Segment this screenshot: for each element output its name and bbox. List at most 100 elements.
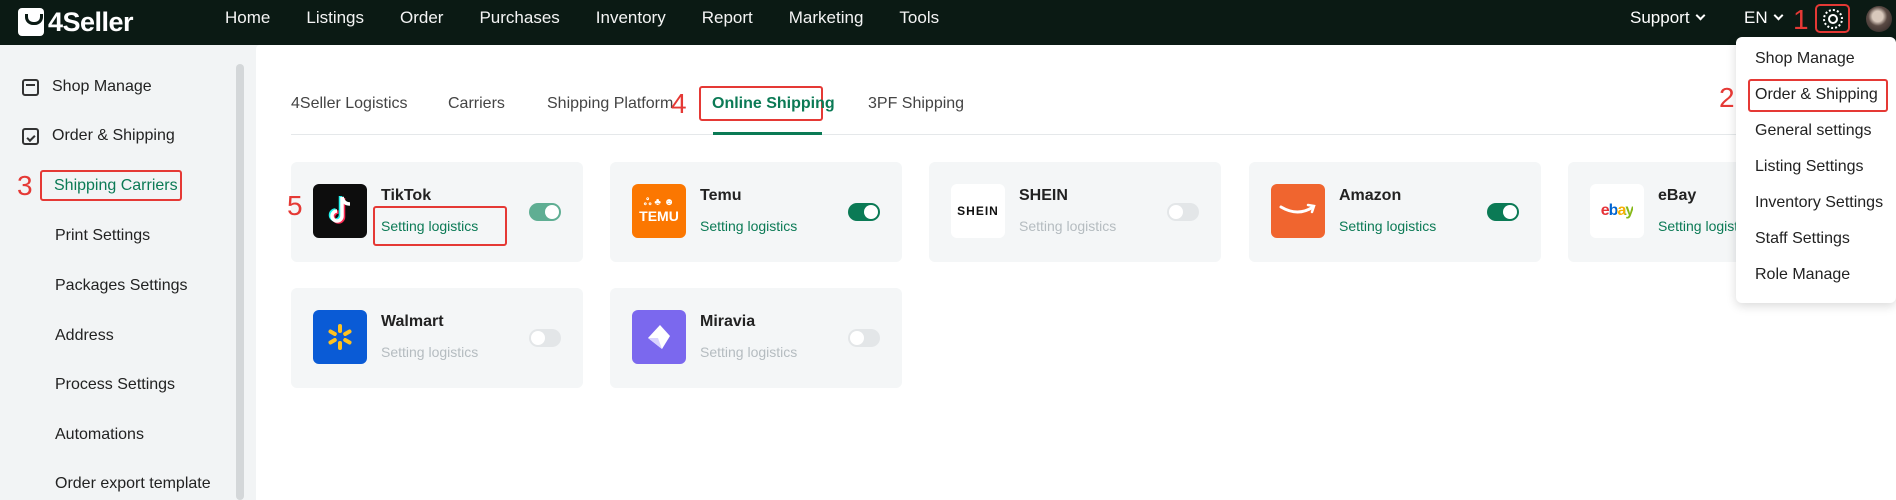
- sidebar-section-label: Order & Shipping: [52, 127, 175, 144]
- temu-logo-figures: ஃ ♣ ☻: [643, 197, 675, 208]
- sidebar-scrollbar[interactable]: [236, 64, 244, 500]
- step-number: 2: [1719, 82, 1735, 113]
- app-logo[interactable]: 4Seller: [18, 6, 134, 38]
- carrier-toggle[interactable]: [529, 203, 561, 221]
- tab-label: Online Shipping: [712, 95, 835, 112]
- highlight-box: [1748, 79, 1888, 112]
- tiktok-logo-icon: [313, 184, 367, 238]
- carrier-card-temu: ஃ ♣ ☻ TEMU Temu Setting logistics: [610, 162, 902, 262]
- logo-text: 4Seller: [48, 6, 134, 37]
- step-number: 4: [671, 88, 687, 119]
- setting-logistics-link[interactable]: Setting logistics: [700, 344, 797, 360]
- settings-button[interactable]: [1815, 4, 1850, 33]
- carrier-toggle[interactable]: [529, 329, 561, 347]
- amazon-logo-icon: [1271, 184, 1325, 238]
- sidebar-item-shipping-carriers[interactable]: Shipping Carriers: [40, 170, 182, 201]
- tab-3pf-shipping[interactable]: 3PF Shipping: [868, 95, 964, 113]
- ebay-logo-icon: ebay: [1590, 184, 1644, 238]
- shop-icon: [22, 78, 39, 96]
- temu-logo-text: TEMU: [639, 208, 679, 224]
- carrier-toggle[interactable]: [1487, 203, 1519, 221]
- carrier-name: SHEIN: [1019, 187, 1068, 204]
- chevron-down-icon: [1773, 10, 1784, 21]
- step-number: 1: [1793, 4, 1809, 35]
- menu-item-staff-settings[interactable]: Staff Settings: [1755, 230, 1850, 248]
- top-bar: 4Seller Home Listings Order Purchases In…: [0, 0, 1896, 45]
- menu-item-general-settings[interactable]: General settings: [1755, 122, 1872, 140]
- carrier-name: TikTok: [381, 187, 432, 204]
- shein-logo-icon: SHEIN: [951, 184, 1005, 238]
- toggle-knob: [864, 205, 878, 219]
- tab-shipping-platform[interactable]: Shipping Platform: [547, 95, 673, 113]
- carrier-toggle[interactable]: [1167, 203, 1199, 221]
- setting-logistics-link[interactable]: Setting logistics: [381, 344, 478, 360]
- tab-online-shipping[interactable]: Online Shipping: [699, 86, 835, 121]
- setting-logistics-link[interactable]: Setting logistics: [1339, 218, 1436, 234]
- toggle-knob: [1503, 205, 1517, 219]
- active-tab-indicator: [713, 132, 822, 135]
- step-number: 5: [287, 190, 303, 221]
- tab-4seller-logistics[interactable]: 4Seller Logistics: [291, 95, 408, 113]
- toggle-knob: [545, 205, 559, 219]
- menu-item-listing-settings[interactable]: Listing Settings: [1755, 158, 1864, 176]
- menu-item-role-manage[interactable]: Role Manage: [1755, 266, 1850, 284]
- language-menu[interactable]: EN: [1744, 8, 1784, 28]
- carrier-name: Walmart: [381, 313, 444, 330]
- sidebar-item-automations[interactable]: Automations: [55, 426, 144, 444]
- sidebar-item-packages-settings[interactable]: Packages Settings: [55, 277, 188, 295]
- avatar[interactable]: [1866, 6, 1892, 32]
- walmart-spark-icon: [313, 310, 367, 364]
- order-icon: [22, 127, 39, 145]
- carrier-name: Amazon: [1339, 187, 1402, 204]
- support-menu[interactable]: Support: [1630, 8, 1705, 28]
- carrier-name: Temu: [700, 187, 742, 204]
- miravia-logo-icon: [632, 310, 686, 364]
- nav-home[interactable]: Home: [225, 8, 270, 28]
- nav-purchases[interactable]: Purchases: [479, 8, 559, 28]
- sidebar-item-process-settings[interactable]: Process Settings: [55, 376, 175, 394]
- nav-inventory[interactable]: Inventory: [596, 8, 666, 28]
- sidebar-item-label: Shipping Carriers: [54, 177, 178, 194]
- sidebar-item-print-settings[interactable]: Print Settings: [55, 227, 150, 245]
- sidebar-section-label: Shop Manage: [52, 78, 152, 95]
- carrier-name: Miravia: [700, 313, 756, 330]
- highlight-box: [373, 206, 507, 246]
- logo-bag-icon: [18, 8, 44, 36]
- main-nav: Home Listings Order Purchases Inventory …: [225, 0, 975, 35]
- sidebar-section-shop-manage[interactable]: Shop Manage: [22, 78, 152, 96]
- sidebar-section-order-shipping[interactable]: Order & Shipping: [22, 127, 175, 145]
- carrier-card-amazon: Amazon Setting logistics: [1249, 162, 1541, 262]
- support-label: Support: [1630, 8, 1690, 27]
- step-number: 3: [17, 170, 33, 201]
- ebay-logo-text: ebay: [1600, 202, 1634, 219]
- carrier-card-walmart: Walmart Setting logistics: [291, 288, 583, 388]
- carrier-card-miravia: Miravia Setting logistics: [610, 288, 902, 388]
- language-label: EN: [1744, 8, 1768, 27]
- carrier-toggle[interactable]: [848, 329, 880, 347]
- toggle-knob: [850, 331, 864, 345]
- settings-dropdown: Shop Manage Order & Shipping General set…: [1736, 37, 1896, 303]
- nav-tools[interactable]: Tools: [899, 8, 939, 28]
- setting-logistics-link[interactable]: Setting logistics: [700, 218, 797, 234]
- nav-marketing[interactable]: Marketing: [789, 8, 864, 28]
- menu-item-inventory-settings[interactable]: Inventory Settings: [1755, 194, 1883, 212]
- setting-logistics-link[interactable]: Setting logistics: [1019, 218, 1116, 234]
- sidebar-item-order-export-template[interactable]: Order export template: [55, 475, 211, 493]
- carrier-card-tiktok: TikTok Setting logistics: [291, 162, 583, 262]
- chevron-down-icon: [1695, 10, 1705, 21]
- carrier-name: eBay: [1658, 187, 1697, 204]
- nav-listings[interactable]: Listings: [306, 8, 364, 28]
- sidebar-item-address[interactable]: Address: [55, 327, 114, 345]
- gear-icon: [1822, 8, 1843, 29]
- nav-report[interactable]: Report: [702, 8, 753, 28]
- tab-carriers[interactable]: Carriers: [448, 95, 505, 113]
- carrier-toggle[interactable]: [848, 203, 880, 221]
- toggle-knob: [1169, 205, 1183, 219]
- main-panel: 4Seller Logistics Carriers Shipping Plat…: [256, 45, 1896, 500]
- tab-divider: [291, 134, 1896, 135]
- menu-item-shop-manage[interactable]: Shop Manage: [1755, 50, 1855, 68]
- temu-logo-icon: ஃ ♣ ☻ TEMU: [632, 184, 686, 238]
- toggle-knob: [531, 331, 545, 345]
- nav-order[interactable]: Order: [400, 8, 443, 28]
- shein-logo-text: SHEIN: [957, 204, 999, 218]
